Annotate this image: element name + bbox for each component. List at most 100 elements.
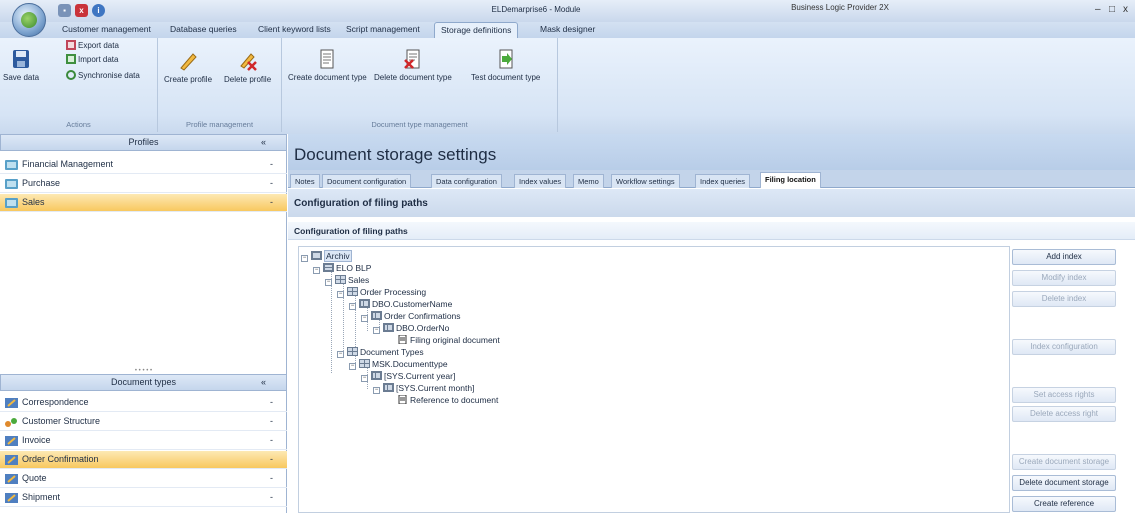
set-access-rights-button[interactable]: Set access rights: [1012, 387, 1116, 403]
document-type-icon: [5, 493, 18, 503]
create-reference-button[interactable]: Create reference: [1012, 496, 1116, 512]
collapse-icon[interactable]: −: [325, 279, 332, 286]
tab-notes[interactable]: Notes: [290, 174, 320, 188]
tree-node-msk-documenttype[interactable]: − MSK.Documenttype: [349, 359, 448, 370]
ribbon-tabs: Customer management Database queries Cli…: [0, 22, 1135, 39]
tab-memo[interactable]: Memo: [573, 174, 604, 188]
document-icon: [398, 395, 407, 404]
tree-node-elo-blp[interactable]: − ELO BLP: [313, 263, 371, 274]
collapse-icon[interactable]: «: [261, 375, 266, 390]
ribbon-tab-database-queries[interactable]: Database queries: [170, 24, 237, 34]
tree-node-sales[interactable]: − Sales: [325, 275, 369, 286]
create-document-type-button[interactable]: Create document type: [288, 48, 367, 82]
tab-index-values[interactable]: Index values: [514, 174, 567, 188]
application-window: ▪ x i ELDemarprise6 - Module Business Lo…: [0, 0, 1135, 513]
ribbon: Save data Export data Import data Synchr…: [0, 38, 1135, 134]
tab-filing-location[interactable]: Filing location: [760, 172, 821, 188]
close-app-icon[interactable]: x: [75, 4, 88, 17]
test-arrow-icon: [499, 49, 513, 69]
collapse-icon[interactable]: −: [301, 255, 308, 262]
ribbon-tab-script-management[interactable]: Script management: [346, 24, 420, 34]
ribbon-tab-mask-designer[interactable]: Mask designer: [540, 24, 595, 34]
create-profile-button[interactable]: Create profile: [164, 50, 212, 84]
profiles-header[interactable]: Profiles «: [0, 134, 287, 151]
maximize-button[interactable]: □: [1109, 4, 1115, 15]
delete-document-type-button[interactable]: Delete document type: [374, 48, 452, 82]
create-document-storage-button[interactable]: Create document storage: [1012, 454, 1116, 470]
test-document-type-button[interactable]: Test document type: [471, 48, 540, 82]
folder-icon: [359, 359, 370, 368]
application-menu-orb-icon[interactable]: [12, 3, 46, 37]
delete-access-right-button[interactable]: Delete access right: [1012, 406, 1116, 422]
profile-item[interactable]: Purchase -: [0, 175, 287, 193]
ribbon-tab-customer-management[interactable]: Customer management: [62, 24, 151, 34]
collapse-icon[interactable]: −: [313, 267, 320, 274]
collapse-icon[interactable]: −: [361, 315, 368, 322]
delete-profile-button[interactable]: Delete profile: [224, 50, 271, 84]
collapse-icon[interactable]: −: [373, 387, 380, 394]
document-icon: [398, 335, 407, 344]
ribbon-tab-storage-definitions[interactable]: Storage definitions: [434, 22, 519, 39]
document-type-item[interactable]: Invoice -: [0, 432, 287, 450]
document-type-item[interactable]: Customer Structure -: [0, 413, 287, 431]
save-data-button[interactable]: Save data: [3, 48, 39, 82]
tree-node-order-confirmations[interactable]: − Order Confirmations: [361, 311, 461, 322]
main-content: Document storage settings Notes Document…: [288, 134, 1135, 513]
tree-node-order-no[interactable]: − DBO.OrderNo: [373, 323, 449, 334]
document-type-item[interactable]: Quote -: [0, 470, 287, 488]
tab-index-queries[interactable]: Index queries: [695, 174, 751, 188]
register-icon: [371, 371, 382, 380]
tab-data-configuration[interactable]: Data configuration: [431, 174, 502, 188]
group-actions: Save data Export data Import data Synchr…: [0, 38, 158, 132]
sync-icon: [66, 70, 76, 80]
collapse-icon[interactable]: −: [349, 363, 356, 370]
info-icon[interactable]: i: [92, 4, 105, 17]
tree-node-reference[interactable]: Reference to document: [397, 395, 498, 405]
document-type-icon: [5, 474, 18, 484]
minimize-button[interactable]: –: [1095, 4, 1101, 15]
profile-item-selected[interactable]: Sales -: [0, 194, 287, 212]
synchronise-data-button[interactable]: Synchronise data: [66, 70, 140, 80]
collapse-icon[interactable]: −: [361, 375, 368, 382]
collapse-icon[interactable]: −: [337, 351, 344, 358]
tree-node-sys-current-month[interactable]: − [SYS.Current month]: [373, 383, 474, 394]
tree-node-order-processing[interactable]: − Order Processing: [337, 287, 426, 298]
page-title: Document storage settings: [294, 145, 497, 164]
archive-icon: [311, 251, 322, 260]
folder-icon: [5, 198, 18, 208]
document-icon: [320, 49, 334, 69]
ribbon-tab-client-keyword-lists[interactable]: Client keyword lists: [258, 24, 331, 34]
tree-node-sys-current-year[interactable]: − [SYS.Current year]: [361, 371, 455, 382]
document-types-header[interactable]: Document types «: [0, 374, 287, 391]
tree-node-document-types[interactable]: − Document Types: [337, 347, 424, 358]
content-header: Document storage settings: [288, 134, 1135, 170]
navigation-pane: Profiles « Financial Management - Purchase…: [0, 134, 287, 513]
export-data-button[interactable]: Export data: [66, 40, 119, 50]
collapse-icon[interactable]: −: [349, 303, 356, 310]
configuration-title-bar: Configuration of filing paths: [288, 189, 1135, 217]
document-type-item[interactable]: Correspondence -: [0, 394, 287, 412]
add-index-button[interactable]: Add index: [1012, 249, 1116, 265]
collapse-icon[interactable]: «: [261, 135, 266, 150]
collapse-icon[interactable]: −: [373, 327, 380, 334]
structure-icon: [5, 418, 17, 427]
delete-document-storage-button[interactable]: Delete document storage: [1012, 475, 1116, 491]
close-button[interactable]: x: [1123, 4, 1128, 15]
modify-index-button[interactable]: Modify index: [1012, 270, 1116, 286]
delete-index-button[interactable]: Delete index: [1012, 291, 1116, 307]
delete-document-icon: [404, 49, 420, 69]
index-configuration-button[interactable]: Index configuration: [1012, 339, 1116, 355]
profile-item[interactable]: Financial Management -: [0, 156, 287, 174]
tree-node-archiv[interactable]: − Archiv: [301, 250, 352, 262]
document-type-item[interactable]: Shipment -: [0, 489, 287, 507]
filing-path-tree[interactable]: − Archiv − ELO BLP − Sales − Order Processin…: [298, 246, 1010, 513]
document-type-icon: [5, 398, 18, 408]
tree-node-customer-name[interactable]: − DBO.CustomerName: [349, 299, 452, 310]
import-data-button[interactable]: Import data: [66, 54, 118, 64]
tab-workflow-settings[interactable]: Workflow settings: [611, 174, 680, 188]
quick-access-icon[interactable]: ▪: [58, 4, 71, 17]
tree-node-filing-original[interactable]: Filing original document: [397, 335, 500, 345]
tab-document-configuration[interactable]: Document configuration: [322, 174, 412, 188]
document-type-item-selected[interactable]: Order Confirmation -: [0, 451, 287, 469]
collapse-icon[interactable]: −: [337, 291, 344, 298]
